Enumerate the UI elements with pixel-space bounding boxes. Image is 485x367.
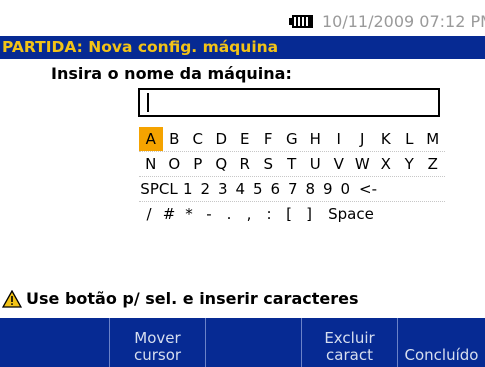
text-cursor [147, 93, 149, 112]
softkey-label: Concluído [404, 346, 479, 364]
softkey-f3[interactable] [205, 318, 301, 367]
title-bar: PARTIDA: Nova config. máquina [0, 36, 485, 59]
message-bar: Use botão p/ sel. e inserir caracteres [0, 288, 485, 311]
key-5d[interactable]: ] [299, 202, 319, 226]
key-q[interactable]: Q [210, 152, 234, 176]
key-x[interactable]: X [374, 152, 398, 176]
key-4[interactable]: 4 [232, 177, 250, 201]
key-i[interactable]: I [327, 127, 351, 151]
key-23[interactable]: # [159, 202, 179, 226]
softkey-label: Excluir caract [324, 329, 375, 364]
softkey-label: Mover cursor [133, 329, 182, 364]
key-7[interactable]: 7 [284, 177, 302, 201]
key-2e[interactable]: . [219, 202, 239, 226]
key-b[interactable]: B [163, 127, 187, 151]
key-w[interactable]: W [351, 152, 375, 176]
key-p[interactable]: P [186, 152, 210, 176]
key-9[interactable]: 9 [319, 177, 337, 201]
key-2c[interactable]: , [239, 202, 259, 226]
key-3a[interactable]: : [259, 202, 279, 226]
key-2d[interactable]: - [199, 202, 219, 226]
softkey-f1[interactable] [0, 318, 109, 367]
key-l[interactable]: L [398, 127, 422, 151]
key-space[interactable]: Space [319, 202, 383, 226]
key-s[interactable]: S [257, 152, 281, 176]
machine-name-input[interactable] [138, 88, 440, 117]
softkey-bar: Mover cursor Excluir caract Concluído [0, 318, 485, 367]
key-a[interactable]: A [139, 127, 163, 151]
screen-title: PARTIDA: Nova config. máquina [2, 38, 279, 56]
key-u[interactable]: U [304, 152, 328, 176]
softkey-f2[interactable]: Mover cursor [109, 318, 205, 367]
key-2[interactable]: 2 [197, 177, 215, 201]
key-m[interactable]: M [421, 127, 445, 151]
name-prompt: Insira o nome da máquina: [51, 64, 292, 83]
battery-icon [289, 15, 313, 28]
key-5[interactable]: 5 [249, 177, 267, 201]
key-c[interactable]: C [186, 127, 210, 151]
key-y[interactable]: Y [398, 152, 422, 176]
key-o[interactable]: O [163, 152, 187, 176]
key-0[interactable]: 0 [337, 177, 355, 201]
key-g[interactable]: G [280, 127, 304, 151]
key-k[interactable]: K [374, 127, 398, 151]
key-z[interactable]: Z [421, 152, 445, 176]
key-h[interactable]: H [304, 127, 328, 151]
key-n[interactable]: N [139, 152, 163, 176]
key-2a[interactable]: * [179, 202, 199, 226]
key-d[interactable]: D [210, 127, 234, 151]
key-t[interactable]: T [280, 152, 304, 176]
key-j[interactable]: J [351, 127, 375, 151]
key-e[interactable]: E [233, 127, 257, 151]
softkey-f4[interactable]: Excluir caract [301, 318, 397, 367]
key-6[interactable]: 6 [267, 177, 285, 201]
status-bar: 10/11/2009 07:12 PM [0, 11, 485, 33]
key-v[interactable]: V [327, 152, 351, 176]
key-spcl[interactable]: SPCL [139, 177, 179, 201]
key-2f[interactable]: / [139, 202, 159, 226]
key-3c2d[interactable]: <- [354, 177, 382, 201]
key-f[interactable]: F [257, 127, 281, 151]
instrument-screen: 10/11/2009 07:12 PM PARTIDA: Nova config… [0, 0, 485, 367]
key-5b[interactable]: [ [279, 202, 299, 226]
warning-icon [2, 290, 22, 308]
message-text: Use botão p/ sel. e inserir caracteres [26, 289, 359, 308]
key-3[interactable]: 3 [214, 177, 232, 201]
key-1[interactable]: 1 [179, 177, 197, 201]
datetime-readout: 10/11/2009 07:12 PM [322, 12, 485, 31]
softkey-f5[interactable]: Concluído [397, 318, 485, 367]
key-r[interactable]: R [233, 152, 257, 176]
key-8[interactable]: 8 [302, 177, 320, 201]
